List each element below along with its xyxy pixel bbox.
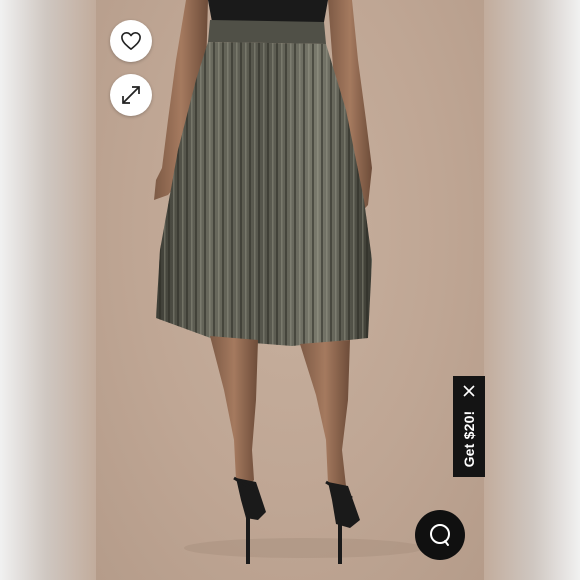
promo-label: Get $20! [461,410,477,468]
promo-tab[interactable]: Get $20! [453,376,485,477]
expand-button[interactable] [110,74,152,116]
skirt-model-illustration [154,0,424,564]
product-photo [96,0,484,580]
chat-bubble-icon [430,524,450,546]
favorite-button[interactable] [110,20,152,62]
heart-icon [121,32,141,50]
image-viewer [0,0,580,580]
chat-button[interactable] [415,510,465,560]
close-icon [463,385,475,397]
promo-close-button[interactable] [461,383,477,399]
expand-icon [122,86,140,104]
